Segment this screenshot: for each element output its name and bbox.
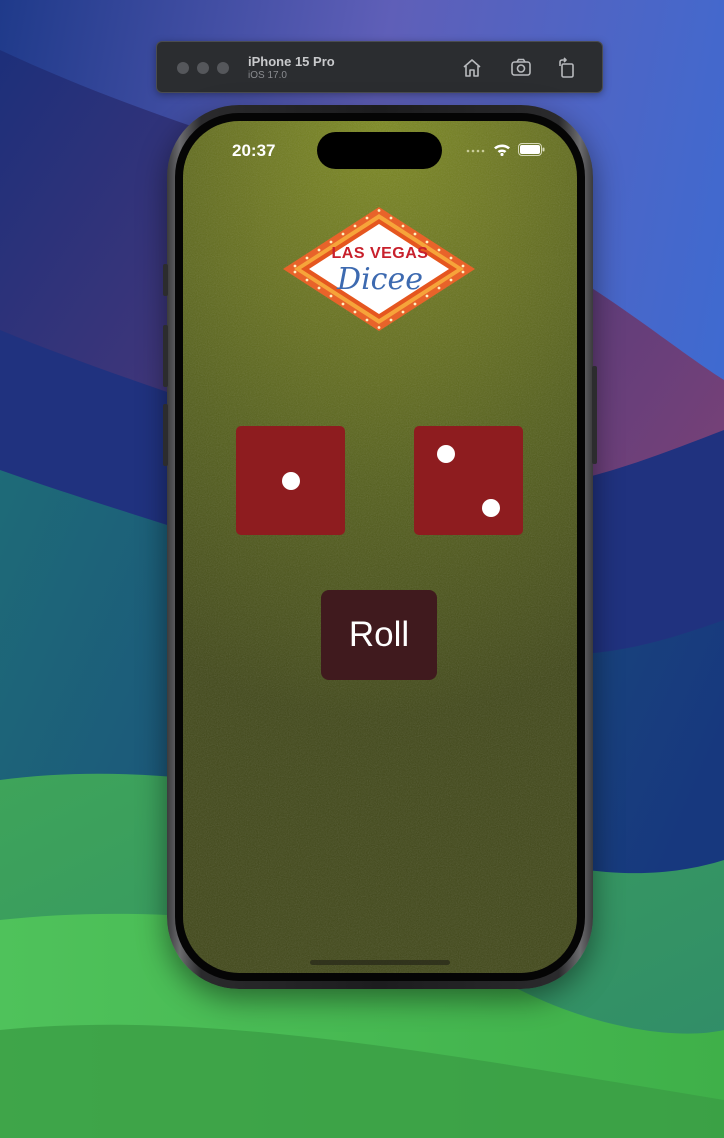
volume-down-button[interactable] [163,404,168,466]
device-name: iPhone 15 Pro [248,54,335,69]
home-icon [463,59,481,77]
minimize-window-button[interactable] [197,62,209,74]
status-icons [466,143,545,156]
die-pip [282,472,300,490]
power-button[interactable] [592,366,597,464]
right-die[interactable] [414,426,523,535]
logo-subtitle: Dicee [337,262,423,297]
die-pip [482,499,500,517]
screenshot-icon [511,58,531,76]
zoom-window-button[interactable] [217,62,229,74]
volume-up-button[interactable] [163,325,168,387]
action-button[interactable] [163,264,168,296]
status-time: 20:37 [232,141,276,160]
close-window-button[interactable] [177,62,189,74]
screenshot-button[interactable] [508,55,534,81]
rotate-button[interactable] [554,55,580,81]
home-indicator[interactable] [310,960,450,965]
app-screen: 20:37 LAS VEGAS Dicee Roll [183,121,577,973]
roll-button[interactable]: Roll [321,590,437,680]
simulator-toolbar: iPhone 15 Pro iOS 17.0 [156,41,603,93]
wifi-icon [494,144,510,156]
dynamic-island [317,132,442,169]
battery-icon [518,143,545,156]
home-button[interactable] [459,55,485,81]
signal-dots-icon [466,149,485,152]
left-die[interactable] [236,426,345,535]
die-pip [437,445,455,463]
os-version: iOS 17.0 [248,70,287,81]
rotate-icon [559,57,574,78]
logo-title: LAS VEGAS [331,245,429,262]
